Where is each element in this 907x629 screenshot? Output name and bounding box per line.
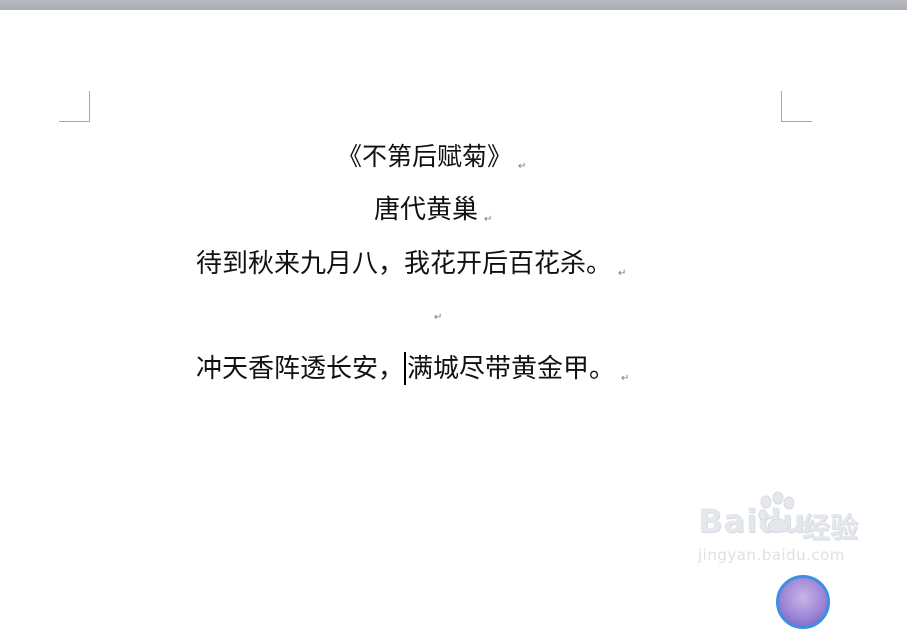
poem-verse-1-paragraph[interactable]: 待到秋来九月八，我花开后百花杀。 ↵ — [196, 249, 626, 289]
baidu-jingyan-watermark: Baidu 经验 jingyan.baidu.com — [698, 490, 868, 570]
poem-author-paragraph[interactable]: 唐代黄巢 ↵ — [374, 195, 492, 235]
watermark-url: jingyan.baidu.com — [698, 546, 845, 564]
poem-verse-2-second-half: 满城尽带黄金甲。 — [407, 354, 616, 384]
paragraph-mark-icon: ↵ — [484, 214, 493, 225]
paragraph-mark-icon: ↵ — [618, 268, 627, 279]
poem-author: 唐代黄巢 — [374, 195, 479, 225]
poem-title-paragraph[interactable]: 《不第后赋菊》 ↵ — [337, 142, 526, 182]
empty-paragraph-mark-icon[interactable]: ↵ — [434, 312, 442, 323]
paragraph-mark-icon: ↵ — [621, 373, 630, 384]
text-cursor — [404, 352, 407, 385]
floating-assistant-ball[interactable] — [776, 575, 830, 629]
paragraph-mark-icon: ↵ — [518, 161, 527, 172]
poem-verse-1: 待到秋来九月八，我花开后百花杀。 — [196, 249, 613, 279]
poem-verse-2-first-half: 冲天香阵透长安， — [196, 354, 405, 384]
watermark-brand-cn: 经验 — [802, 511, 859, 544]
window-top-bar — [0, 0, 907, 10]
baidu-paw-icon — [758, 491, 795, 533]
poem-title: 《不第后赋菊》 — [337, 142, 513, 171]
margin-corner-top-left — [59, 91, 90, 122]
margin-corner-top-right — [781, 91, 812, 122]
poem-verse-2-paragraph[interactable]: 冲天香阵透长安， 满城尽带黄金甲。 ↵ — [196, 352, 629, 394]
